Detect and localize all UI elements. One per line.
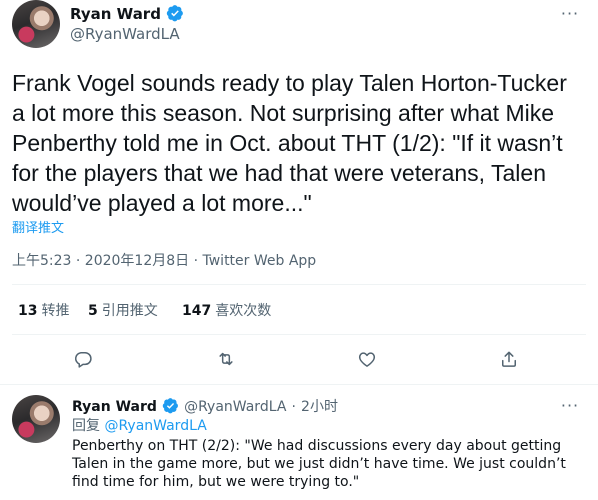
- likes-count: 147: [182, 303, 212, 319]
- verified-badge-icon: [162, 398, 178, 414]
- like-button[interactable]: [350, 342, 384, 376]
- like-icon: [358, 352, 376, 367]
- quotes-stat[interactable]: 5 引用推文: [88, 301, 158, 321]
- reply-more-options-icon[interactable]: ···: [560, 396, 580, 416]
- translate-tweet-link[interactable]: 翻译推文: [12, 221, 64, 237]
- reply-text: Penberthy on THT (2/2): "We had discussi…: [72, 438, 566, 490]
- quotes-label: 引用推文: [101, 303, 158, 319]
- author-name[interactable]: Ryan Ward: [70, 5, 161, 23]
- likes-label: 喜欢次数: [215, 303, 272, 319]
- replying-to: 回复 @RyanWardLA: [72, 417, 207, 435]
- author-avatar[interactable]: [12, 0, 60, 48]
- tweet-text: Frank Vogel sounds ready to play Talen H…: [12, 70, 567, 216]
- likes-stat[interactable]: 147 喜欢次数: [182, 301, 271, 321]
- divider: [0, 384, 598, 385]
- more-options-icon[interactable]: ···: [560, 4, 580, 24]
- tweet-timestamp[interactable]: 上午5:23 · 2020年12月8日 · Twitter Web App: [12, 251, 316, 271]
- divider: [12, 334, 586, 335]
- replying-label: 回复: [72, 418, 100, 434]
- reply-icon: [75, 352, 92, 368]
- retweets-label: 转推: [41, 303, 70, 319]
- retweets-count: 13: [18, 303, 38, 319]
- reply-author-handle[interactable]: @RyanWardLA: [184, 399, 286, 415]
- retweet-button[interactable]: [209, 342, 243, 376]
- quotes-count: 5: [88, 303, 98, 319]
- share-button[interactable]: [492, 342, 526, 376]
- reply-time[interactable]: 2小时: [301, 399, 338, 415]
- retweets-stat[interactable]: 13 转推: [18, 301, 69, 321]
- reply-author-name[interactable]: Ryan Ward: [72, 399, 157, 415]
- reply-author-avatar[interactable]: [12, 395, 60, 443]
- reply-header: Ryan Ward @RyanWardLA · 2小时: [72, 396, 338, 416]
- reply-button[interactable]: [66, 342, 100, 376]
- share-icon: [502, 351, 516, 367]
- retweet-icon: [219, 352, 233, 366]
- author-handle[interactable]: @RyanWardLA: [70, 24, 180, 44]
- verified-badge-icon: [166, 5, 183, 22]
- replying-to-handle[interactable]: @RyanWardLA: [104, 418, 206, 434]
- divider: [12, 284, 586, 285]
- reply-separator-dot: ·: [291, 399, 296, 415]
- author-name-row[interactable]: Ryan Ward: [70, 4, 184, 24]
